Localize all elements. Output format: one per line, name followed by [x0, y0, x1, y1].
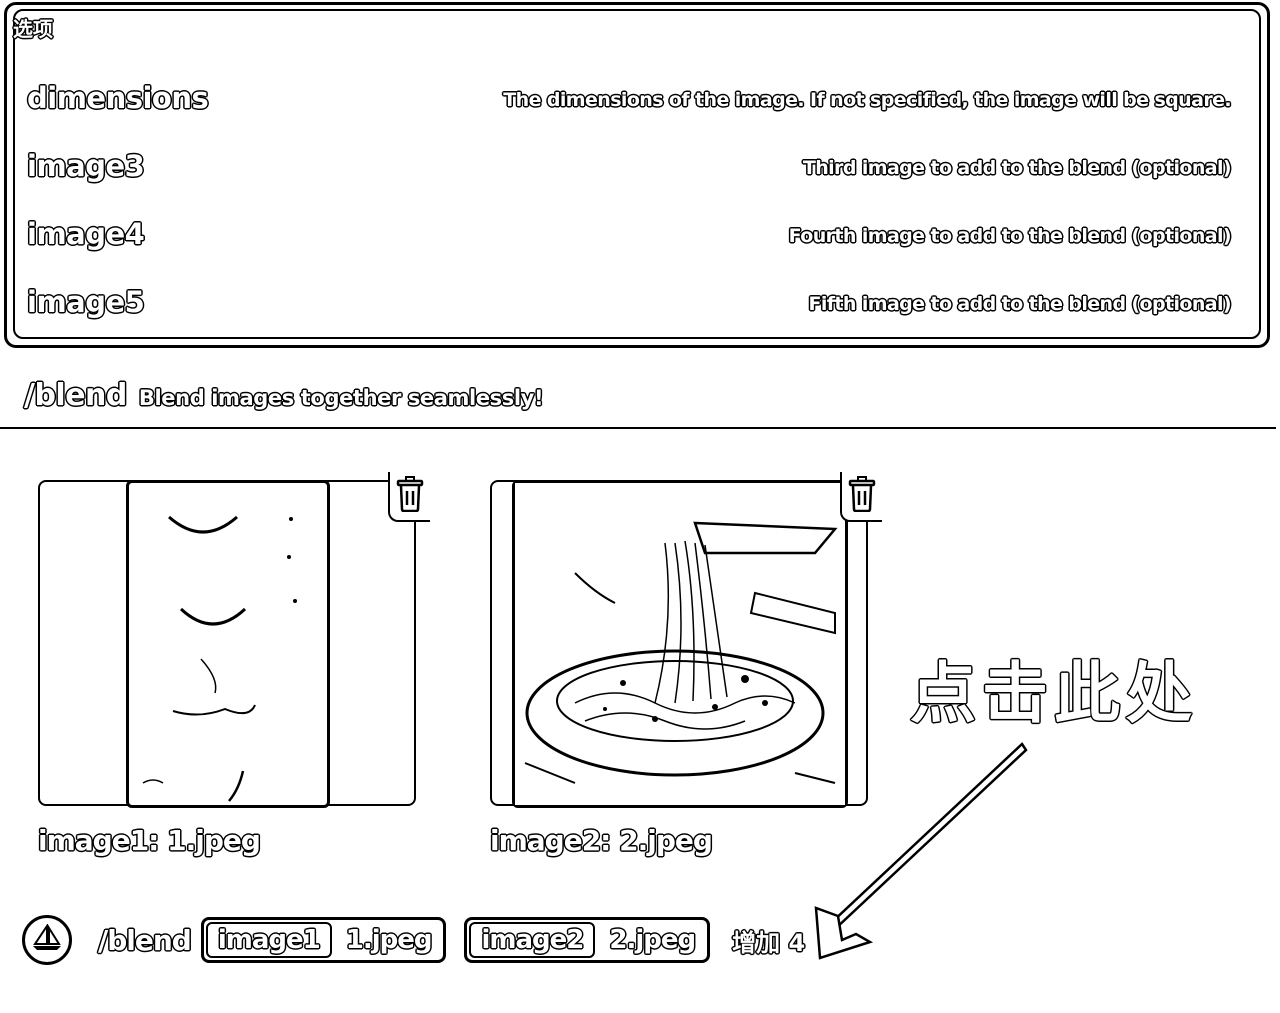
param-value: 2.jpeg — [609, 925, 696, 955]
option-description: Fourth image to add to the blend (option… — [788, 225, 1232, 247]
param-chip-image1[interactable]: image1 1.jpeg — [200, 917, 447, 963]
command-input-bar[interactable]: /blend image1 1.jpeg image2 2.jpeg 增加 4 — [22, 912, 805, 968]
option-name: image3 — [27, 149, 145, 183]
option-image4[interactable]: image4 Fourth image to add to the blend … — [27, 217, 1232, 257]
delete-attachment-button[interactable] — [388, 472, 430, 522]
add-more-options-button[interactable]: 增加 4 — [732, 923, 805, 958]
trash-icon — [395, 476, 425, 516]
options-title: 选项 — [13, 17, 53, 41]
param-value: 1.jpeg — [345, 925, 433, 955]
option-name: dimensions — [27, 81, 209, 115]
attachment-preview-frame — [38, 480, 416, 808]
command-bar-name: /blend — [98, 923, 192, 957]
click-here-annotation: 点击此处 — [910, 655, 1198, 732]
option-name: image4 — [27, 217, 145, 251]
arrow-icon — [790, 730, 1040, 974]
option-description: Fifth image to add to the blend (optiona… — [808, 293, 1231, 315]
param-key: image1 — [205, 922, 332, 958]
option-image3[interactable]: image3 Third image to add to the blend (… — [27, 149, 1232, 189]
command-description: Blend images together seamlessly! — [138, 386, 544, 410]
option-name: image5 — [27, 285, 145, 319]
trash-icon — [847, 476, 877, 516]
param-key: image2 — [469, 922, 596, 958]
options-panel: 选项 dimensions The dimensions of the imag… — [4, 2, 1270, 348]
delete-attachment-button[interactable] — [840, 472, 882, 522]
bot-avatar — [22, 915, 72, 965]
option-image5[interactable]: image5 Fifth image to add to the blend (… — [27, 285, 1232, 325]
attachment-card-1: image1: 1.jpeg — [28, 468, 430, 870]
attachment-caption: image1: 1.jpeg — [38, 824, 261, 857]
attachment-caption: image2: 2.jpeg — [490, 824, 713, 857]
sailboat-icon — [31, 922, 63, 956]
option-dimensions[interactable]: dimensions The dimensions of the image. … — [27, 81, 1232, 121]
param-chip-image2[interactable]: image2 2.jpeg — [464, 917, 711, 963]
option-description: The dimensions of the image. If not spec… — [503, 89, 1231, 111]
attachment-image — [126, 480, 330, 808]
command-name: /blend — [24, 378, 127, 413]
divider — [0, 427, 1276, 429]
option-description: Third image to add to the blend (optiona… — [802, 157, 1232, 179]
command-header: /blend Blend images together seamlessly! — [24, 378, 544, 418]
